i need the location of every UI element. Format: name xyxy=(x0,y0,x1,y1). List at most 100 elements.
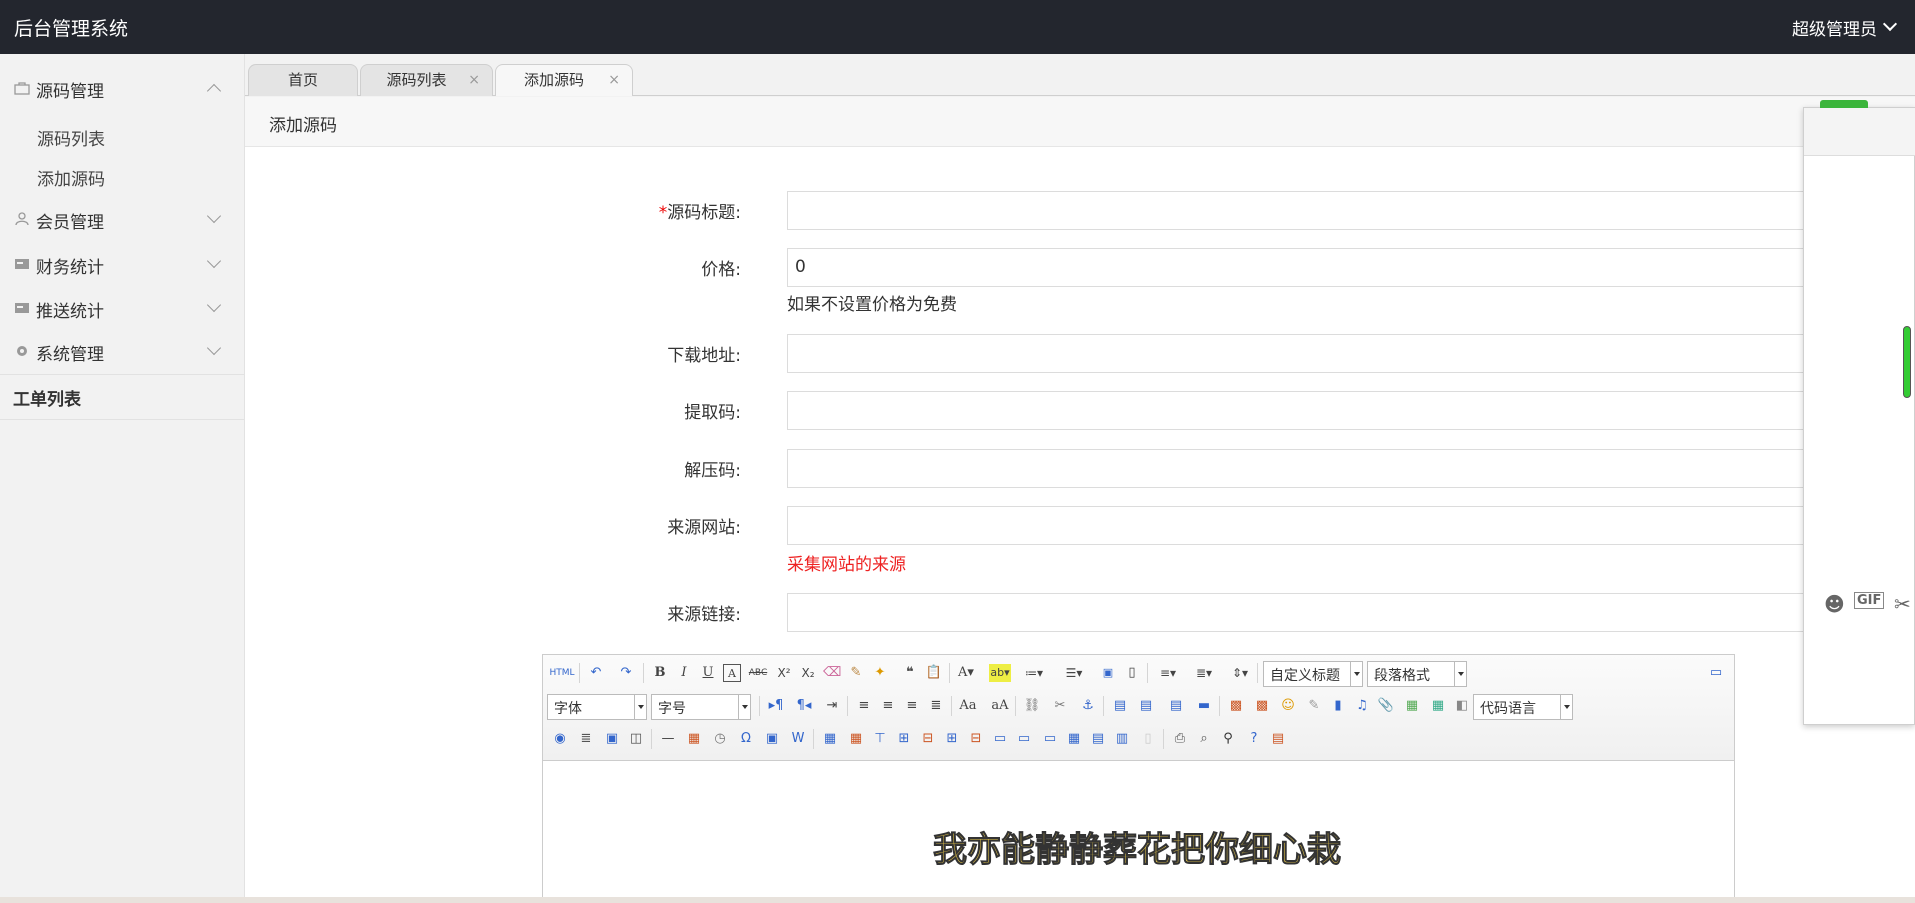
sidebar-group-push[interactable]: 推送统计 xyxy=(0,286,245,330)
split-cols-icon[interactable]: ▥ xyxy=(1113,730,1131,748)
delete-table-icon[interactable]: ▦ xyxy=(847,730,865,748)
close-icon[interactable]: × xyxy=(608,65,620,95)
rtl-icon[interactable]: ¶◂ xyxy=(795,697,813,715)
image-float-right-icon[interactable]: ▤ xyxy=(1167,697,1185,715)
highlight-color-icon[interactable]: ab▾ xyxy=(989,664,1011,682)
html-source-icon[interactable]: HTML xyxy=(549,664,575,682)
paragraph-format-select[interactable]: 段落格式 xyxy=(1367,661,1467,687)
word-import-icon[interactable]: W xyxy=(789,730,807,748)
split-rows-icon[interactable]: ▤ xyxy=(1089,730,1107,748)
drafts-icon[interactable]: ▤ xyxy=(1269,730,1287,748)
merge-down-icon[interactable]: ▭ xyxy=(1041,730,1059,748)
ordered-list-icon[interactable]: ≔▾ xyxy=(1021,664,1047,682)
redo-icon[interactable]: ↷ xyxy=(617,664,635,682)
font-color-icon[interactable]: A▾ xyxy=(957,664,975,682)
sidebar-group-finance[interactable]: 财务统计 xyxy=(0,242,245,286)
paste-text-icon[interactable]: 📋 xyxy=(925,664,943,682)
underline-icon[interactable]: U xyxy=(699,664,717,682)
price-input[interactable]: 0 xyxy=(787,248,1915,287)
floating-chat-panel[interactable]: ☻ GIF ✂ xyxy=(1803,100,1915,725)
insert-frame-icon[interactable]: ◧ xyxy=(1453,697,1471,715)
sidebar-group-source[interactable]: 源码管理 xyxy=(0,66,245,110)
chevron-down-icon[interactable] xyxy=(1882,16,1898,32)
unordered-list-icon[interactable]: ☰▾ xyxy=(1061,664,1087,682)
rich-text-editor[interactable]: HTML ↶ ↷ B I U A ABC X² X₂ ⌫ ✎ ✦ ❝ 📋 A▾ … xyxy=(542,654,1735,903)
bold-icon[interactable]: B xyxy=(651,664,669,682)
bottom-scrollbar[interactable] xyxy=(0,897,1915,903)
link-icon[interactable]: ⛓ xyxy=(1023,697,1041,715)
close-icon[interactable]: × xyxy=(468,65,480,95)
subscript-icon[interactable]: X₂ xyxy=(799,664,817,682)
word-image-icon[interactable]: ▣ xyxy=(763,730,781,748)
tab-home[interactable]: 首页 xyxy=(248,64,358,96)
image-float-left-icon[interactable]: ▤ xyxy=(1137,697,1155,715)
align-justify-icon[interactable]: ≣ xyxy=(927,697,945,715)
title-input[interactable] xyxy=(787,191,1915,230)
font-border-icon[interactable]: A xyxy=(723,664,741,682)
source-link-input[interactable] xyxy=(787,593,1915,632)
user-menu[interactable]: 超级管理员 xyxy=(1792,15,1877,40)
split-cells-icon[interactable]: ▦ xyxy=(1065,730,1083,748)
insert-paragraph-before-table-icon[interactable]: ⊤ xyxy=(871,730,889,748)
undo-icon[interactable]: ↶ xyxy=(587,664,605,682)
insert-row-icon[interactable]: ⊞ xyxy=(895,730,913,748)
row-spacing-icon[interactable]: ⇕▾ xyxy=(1227,664,1253,682)
gif-icon[interactable]: GIF xyxy=(1854,592,1885,609)
print-icon[interactable]: ⎙ xyxy=(1171,730,1189,748)
panel-scrollbar[interactable] xyxy=(1903,326,1911,398)
background-icon[interactable]: ▣ xyxy=(603,730,621,748)
paragraph-icon[interactable]: ▣ xyxy=(1099,664,1117,682)
time-icon[interactable]: ◷ xyxy=(711,730,729,748)
sidebar-item-add-source[interactable]: 添加源码 xyxy=(37,165,105,190)
image-float-none-icon[interactable]: ▤ xyxy=(1111,697,1129,715)
line-height-icon[interactable]: ≡▾ xyxy=(1155,664,1181,682)
google-map-icon[interactable]: ▦ xyxy=(1429,697,1447,715)
merge-right-icon[interactable]: ▭ xyxy=(1015,730,1033,748)
indent-icon[interactable]: ⇥ xyxy=(823,697,841,715)
align-left-icon[interactable]: ≡ xyxy=(855,697,873,715)
eraser-icon[interactable]: ⌫ xyxy=(823,664,841,682)
superscript-icon[interactable]: X² xyxy=(775,664,793,682)
scrawl-icon[interactable]: ✎ xyxy=(1305,697,1323,715)
merge-cells-icon[interactable]: ▭ xyxy=(991,730,1009,748)
lowercase-icon[interactable]: aA xyxy=(991,697,1009,715)
italic-icon[interactable]: I xyxy=(675,664,693,682)
horizontal-rule-icon[interactable]: — xyxy=(659,730,677,748)
document-icon[interactable]: ▯ xyxy=(1123,664,1141,682)
delete-col-icon[interactable]: ⊟ xyxy=(967,730,985,748)
custom-title-select[interactable]: 自定义标题 xyxy=(1263,661,1363,687)
code-language-select[interactable]: 代码语言 xyxy=(1473,694,1573,720)
align-center-icon[interactable]: ≡ xyxy=(879,697,897,715)
image-center-icon[interactable]: ▬ xyxy=(1195,697,1213,715)
source-site-input[interactable] xyxy=(787,506,1915,545)
charts-icon[interactable]: ▯ xyxy=(1139,730,1157,748)
multi-image-icon[interactable]: ▩ xyxy=(1253,697,1271,715)
music-icon[interactable]: ♫ xyxy=(1353,697,1371,715)
unzip-code-input[interactable] xyxy=(787,449,1915,488)
strikethrough-icon[interactable]: ABC xyxy=(747,664,769,682)
tab-add-source[interactable]: 添加源码 × xyxy=(495,64,633,96)
download-input[interactable] xyxy=(787,334,1915,373)
emoji-icon[interactable]: ☻ xyxy=(1824,592,1845,616)
editor-body[interactable]: 我亦能静静葬花把你细心栽 xyxy=(543,762,1734,903)
unlink-icon[interactable]: ✂ xyxy=(1051,697,1069,715)
preview-icon[interactable]: ⌕ xyxy=(1195,730,1213,748)
format-brush-icon[interactable]: ✎ xyxy=(847,664,865,682)
magic-wand-icon[interactable]: ✦ xyxy=(871,664,889,682)
page-break-icon[interactable]: ◉ xyxy=(551,730,569,748)
paragraph-spacing-icon[interactable]: ≣▾ xyxy=(1191,664,1217,682)
sidebar-group-system[interactable]: 系统管理 xyxy=(0,329,245,373)
ltr-icon[interactable]: ▸¶ xyxy=(767,697,785,715)
extract-code-input[interactable] xyxy=(787,391,1915,430)
special-char-icon[interactable]: Ω xyxy=(737,730,755,748)
video-icon[interactable]: ▮ xyxy=(1329,697,1347,715)
font-family-select[interactable]: 字体 xyxy=(547,694,647,720)
font-size-select[interactable]: 字号 xyxy=(651,694,751,720)
insert-table-icon[interactable]: ▦ xyxy=(821,730,839,748)
sidebar-item-tickets[interactable]: 工单列表 xyxy=(13,385,81,410)
scissors-icon[interactable]: ✂ xyxy=(1894,592,1911,616)
help-icon[interactable]: ? xyxy=(1245,730,1263,748)
align-right-icon[interactable]: ≡ xyxy=(903,697,921,715)
emotion-icon[interactable]: ☺ xyxy=(1279,697,1297,715)
delete-row-icon[interactable]: ⊟ xyxy=(919,730,937,748)
